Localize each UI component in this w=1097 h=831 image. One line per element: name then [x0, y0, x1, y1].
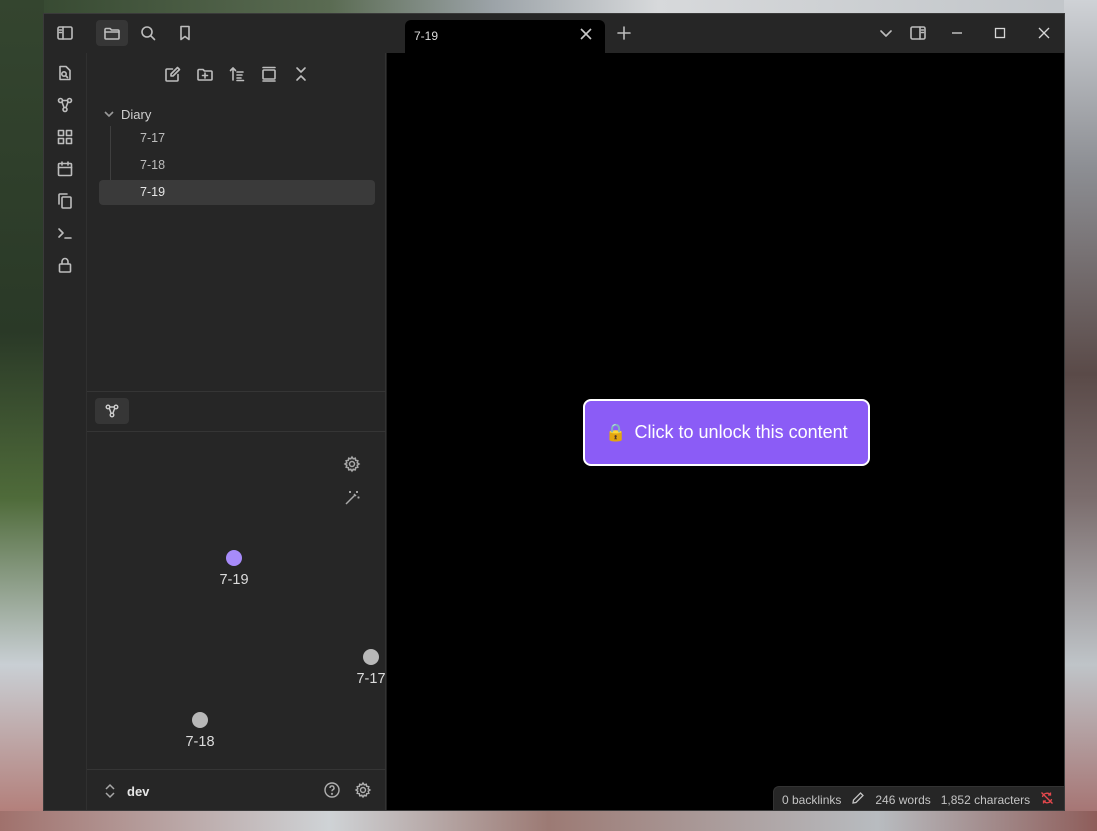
tab-7-19[interactable]: 7-19 [405, 20, 605, 53]
new-tab-icon[interactable] [610, 20, 638, 46]
magic-wand-icon[interactable] [339, 485, 365, 511]
unlock-label: Click to unlock this content [634, 422, 848, 442]
bookmark-icon[interactable] [171, 20, 199, 46]
graph-settings-gear-icon[interactable] [339, 451, 365, 477]
window-close-icon[interactable] [1034, 23, 1054, 43]
backlinks-count[interactable]: 0 backlinks [782, 793, 841, 807]
edit-pencil-icon[interactable] [851, 791, 865, 808]
chevron-down-icon [103, 108, 115, 120]
folder-icon[interactable] [96, 20, 128, 46]
word-count: 246 words [875, 792, 931, 807]
terminal-icon[interactable] [50, 219, 80, 247]
lock-icon: 🔒 [605, 422, 627, 442]
folder-diary[interactable]: Diary [103, 103, 373, 125]
graph-node-active[interactable] [226, 550, 242, 566]
desktop-background-right [1064, 0, 1097, 831]
ribbon [44, 53, 87, 810]
copy-icon[interactable] [50, 187, 80, 215]
editor-pane: 🔒 Click to unlock this content 0 backlin… [387, 53, 1064, 810]
new-note-icon[interactable] [159, 61, 187, 87]
maximize-icon[interactable] [990, 23, 1010, 43]
app-window: 7-19 Diary 7-17 7-18 7-19 7-19 7-17 7-18… [43, 13, 1065, 811]
tab-title: 7-19 [414, 29, 439, 43]
help-icon[interactable] [323, 781, 343, 801]
file-item-selected[interactable]: 7-19 [99, 180, 375, 205]
tab-list-chevron-down-icon[interactable] [872, 20, 900, 46]
calendar-icon[interactable] [50, 155, 80, 183]
folder-label: Diary [121, 106, 152, 122]
settings-gear-icon[interactable] [354, 781, 374, 801]
panel-divider [87, 391, 386, 392]
lock-icon[interactable] [50, 251, 80, 279]
sync-status-icon[interactable] [1040, 791, 1054, 808]
sidebar-toggle-icon[interactable] [51, 20, 79, 46]
left-sidebar: Diary 7-17 7-18 7-19 7-19 7-17 7-18 dev [87, 53, 386, 810]
file-item[interactable]: 7-17 [99, 126, 375, 151]
desktop-background-left [0, 0, 44, 831]
blocks-icon[interactable] [50, 123, 80, 151]
unlock-content-button[interactable]: 🔒 Click to unlock this content [583, 399, 870, 466]
vault-switcher: dev [87, 769, 386, 810]
new-folder-icon[interactable] [191, 61, 219, 87]
file-item[interactable]: 7-18 [99, 153, 375, 178]
panel-divider [87, 431, 386, 432]
graph-node-label: 7-19 [219, 572, 249, 588]
graph-node[interactable] [192, 712, 208, 728]
right-sidebar-toggle-icon[interactable] [904, 20, 932, 46]
graph-node-label: 7-18 [185, 734, 215, 750]
sort-icon[interactable] [223, 61, 251, 87]
graph-node[interactable] [363, 649, 379, 665]
collapse-all-icon[interactable] [287, 61, 315, 87]
desktop-background-top [0, 0, 1097, 14]
close-icon[interactable] [579, 27, 597, 45]
file-search-icon[interactable] [50, 59, 80, 87]
vault-name[interactable]: dev [127, 784, 149, 799]
graph-view-tab[interactable] [95, 398, 129, 424]
graph-icon[interactable] [50, 91, 80, 119]
collapse-view-icon[interactable] [255, 61, 283, 87]
graph-icon [105, 404, 119, 418]
search-icon[interactable] [134, 20, 162, 46]
title-bar: 7-19 [44, 14, 1064, 53]
status-bar: 0 backlinks 246 words 1,852 characters [773, 786, 1064, 810]
chevron-updown-icon[interactable] [103, 783, 117, 799]
desktop-background-bottom [0, 811, 1097, 831]
minimize-icon[interactable] [947, 23, 967, 43]
character-count: 1,852 characters [940, 792, 1031, 807]
